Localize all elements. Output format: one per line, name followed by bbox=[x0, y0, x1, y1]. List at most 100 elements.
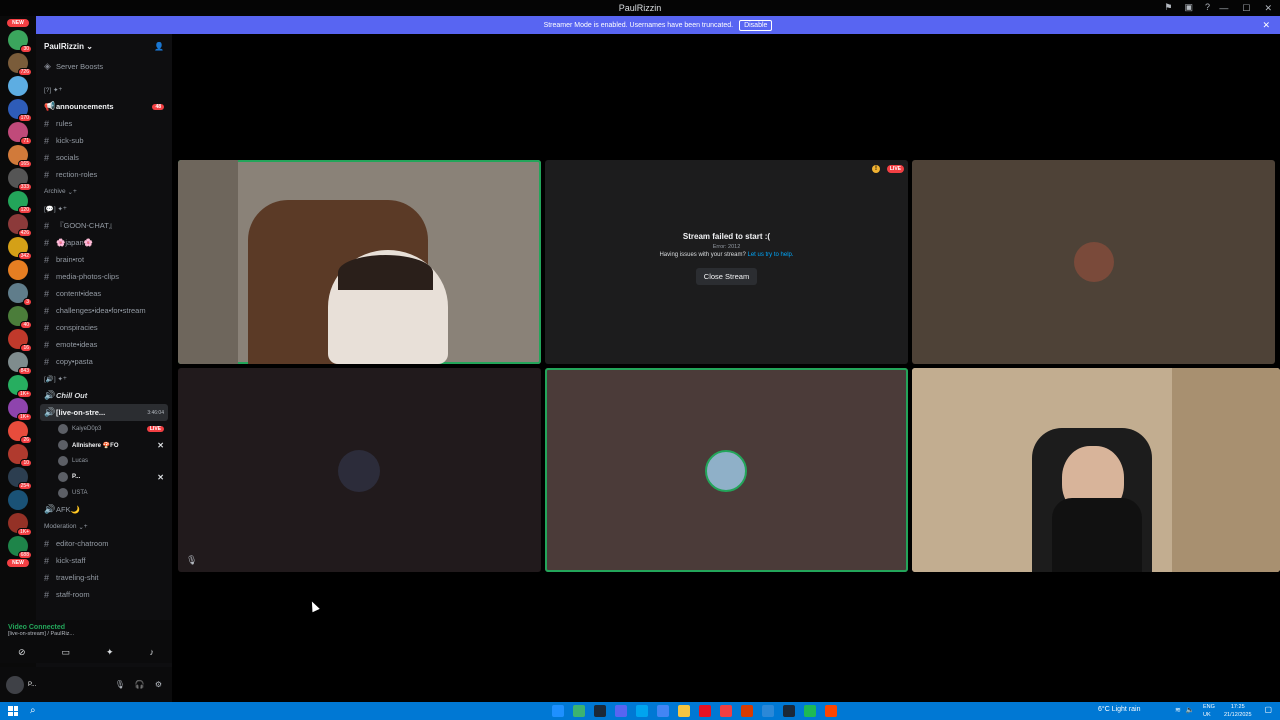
server-icon[interactable]: 165 bbox=[8, 145, 32, 168]
channel-item[interactable]: # kick-sub bbox=[36, 132, 172, 149]
voice-user[interactable]: P... ✕ bbox=[36, 469, 172, 485]
close-banner-icon[interactable]: ✕ bbox=[1262, 20, 1270, 31]
channel-item[interactable]: # copy•pasta bbox=[36, 353, 172, 370]
taskbar-app-icon[interactable] bbox=[552, 705, 564, 717]
channel-item[interactable]: # media-photos-clips bbox=[36, 268, 172, 285]
server-icon[interactable]: 26 bbox=[8, 421, 32, 444]
server-icon[interactable]: 170 bbox=[8, 99, 32, 122]
channel-item[interactable]: # kick-staff bbox=[36, 552, 172, 569]
video-tile-user[interactable] bbox=[545, 368, 908, 572]
taskbar-app-icon[interactable] bbox=[825, 705, 837, 717]
headphones-icon[interactable]: 🎧 bbox=[135, 680, 145, 689]
server-icon[interactable]: 40 bbox=[8, 306, 32, 329]
taskbar-app-icon[interactable] bbox=[573, 705, 585, 717]
server-icon[interactable]: 426 bbox=[8, 214, 32, 237]
help-icon[interactable]: ? bbox=[1205, 2, 1210, 13]
taskbar-app-icon[interactable] bbox=[804, 705, 816, 717]
wifi-icon[interactable]: ≋ bbox=[1175, 706, 1181, 714]
avatar[interactable] bbox=[6, 675, 24, 694]
screen-share-icon[interactable]: ▭ bbox=[62, 647, 71, 658]
channel-item[interactable]: # conspiracies bbox=[36, 319, 172, 336]
camera-off-icon[interactable]: ⊘ bbox=[18, 647, 26, 658]
category-header[interactable]: [💬] ✦ + bbox=[36, 200, 172, 217]
video-tile-streamer[interactable] bbox=[178, 160, 541, 364]
server-icon[interactable] bbox=[8, 490, 28, 510]
pin-icon[interactable]: ⚑ bbox=[1164, 2, 1172, 13]
voice-channel-afk[interactable]: 🔊 AFK🌙 bbox=[36, 501, 172, 518]
channel-item[interactable]: # 🌸japan🌸 bbox=[36, 234, 172, 251]
server-icon[interactable]: 10 bbox=[8, 444, 32, 467]
server-icon[interactable]: 726 bbox=[8, 53, 32, 76]
system-tray[interactable]: ≋ 🔈 bbox=[1175, 706, 1195, 714]
volume-icon[interactable]: 🔈 bbox=[1186, 706, 1195, 714]
server-icon[interactable] bbox=[8, 76, 28, 96]
video-tile-user[interactable] bbox=[912, 160, 1275, 364]
taskbar-app-icon[interactable] bbox=[783, 705, 795, 717]
taskbar-app-icon[interactable] bbox=[615, 705, 627, 717]
server-header[interactable]: PaulRizzin ⌄ 👤 bbox=[36, 34, 172, 58]
start-icon[interactable] bbox=[6, 704, 20, 718]
server-icon[interactable]: 30 bbox=[8, 30, 32, 53]
category-archive[interactable]: Archive ⌄ + bbox=[36, 183, 172, 200]
video-tile-webcam[interactable] bbox=[912, 368, 1280, 572]
activities-icon[interactable]: ✦ bbox=[106, 647, 114, 658]
channel-item[interactable]: # 『GOON-CHAT』 bbox=[36, 217, 172, 234]
taskbar-app-icon[interactable] bbox=[741, 705, 753, 717]
server-icon[interactable]: 342 bbox=[8, 237, 32, 260]
voice-user[interactable]: KaiyeD0p3 LIVE bbox=[36, 421, 172, 437]
language-indicator[interactable]: ENG UK bbox=[1203, 703, 1215, 719]
add-channel-icon[interactable]: + bbox=[84, 523, 88, 530]
server-icon[interactable]: 16 bbox=[8, 329, 32, 352]
channel-item[interactable]: # staff-room bbox=[36, 586, 172, 603]
taskbar-app-icon[interactable] bbox=[657, 705, 669, 717]
server-icon[interactable]: 120 bbox=[8, 191, 32, 214]
server-icon[interactable]: 254 bbox=[8, 467, 32, 490]
settings-icon[interactable]: ⚙ bbox=[155, 680, 162, 689]
search-icon[interactable]: ⌕ bbox=[30, 705, 36, 716]
channel-item[interactable]: # rules bbox=[36, 115, 172, 132]
category-moderation[interactable]: Moderation ⌄ + bbox=[36, 518, 172, 535]
voice-channel-live[interactable]: 🔊 [live-on-stre... 3:46:04 bbox=[40, 404, 168, 421]
minimize-icon[interactable]: — bbox=[1219, 3, 1228, 13]
channel-item[interactable]: # socials bbox=[36, 149, 172, 166]
voice-user[interactable]: Lucas bbox=[36, 453, 172, 469]
channel-item[interactable]: # challenges•idea•for•stream bbox=[36, 302, 172, 319]
category-header[interactable]: [🔊] ✦ + bbox=[36, 370, 172, 387]
taskbar-app-icon[interactable] bbox=[594, 705, 606, 717]
taskbar-app-icon[interactable] bbox=[720, 705, 732, 717]
voice-user[interactable]: Allnishere 🍄FO ✕ bbox=[36, 437, 172, 453]
soundboard-icon[interactable]: ♪ bbox=[150, 647, 155, 657]
category-header[interactable]: [?] ✦ + bbox=[36, 81, 172, 98]
disable-button[interactable]: Disable bbox=[739, 19, 773, 31]
server-icon[interactable]: 1K+ bbox=[8, 513, 32, 536]
add-channel-icon[interactable]: + bbox=[58, 86, 62, 93]
taskbar-app-icon[interactable] bbox=[699, 705, 711, 717]
server-icon[interactable]: 3 bbox=[8, 283, 32, 306]
taskbar-app-icon[interactable] bbox=[636, 705, 648, 717]
maximize-icon[interactable]: ☐ bbox=[1242, 3, 1250, 14]
channel-item[interactable]: # editor-chatroom bbox=[36, 535, 172, 552]
add-channel-icon[interactable]: + bbox=[63, 205, 67, 212]
voice-channel-path[interactable]: [live-on-stream] / PaulRiz... bbox=[8, 631, 164, 637]
add-channel-icon[interactable]: + bbox=[63, 375, 67, 382]
close-window-icon[interactable]: ✕ bbox=[1264, 3, 1272, 14]
add-channel-icon[interactable]: + bbox=[73, 188, 77, 195]
help-link[interactable]: Let us try to help. bbox=[748, 252, 794, 258]
voice-user[interactable]: USTA bbox=[36, 485, 172, 501]
voice-channel-chill-out[interactable]: 🔊 Chill Out bbox=[36, 387, 172, 404]
channel-item[interactable]: # rection-roles bbox=[36, 166, 172, 183]
taskbar-app-icon[interactable] bbox=[678, 705, 690, 717]
channel-item[interactable]: # content•ideas bbox=[36, 285, 172, 302]
video-tile-user[interactable]: 🎙 bbox=[178, 368, 541, 572]
channel-item[interactable]: # brain•rot bbox=[36, 251, 172, 268]
server-icon[interactable]: 688 bbox=[8, 536, 32, 559]
notification-icon[interactable]: ▢ bbox=[1264, 705, 1272, 714]
server-icon[interactable]: 333 bbox=[8, 168, 32, 191]
clock[interactable]: 17:25 21/12/2025 bbox=[1224, 703, 1252, 719]
server-icon[interactable]: 1K+ bbox=[8, 375, 32, 398]
channel-announcements[interactable]: 📢 announcements 48 bbox=[36, 98, 172, 115]
server-icon[interactable]: 1K+ bbox=[8, 398, 32, 421]
channel-item[interactable]: # traveling-shit bbox=[36, 569, 172, 586]
server-icon[interactable]: 843 bbox=[8, 352, 32, 375]
invite-icon[interactable]: 👤 bbox=[154, 42, 164, 51]
